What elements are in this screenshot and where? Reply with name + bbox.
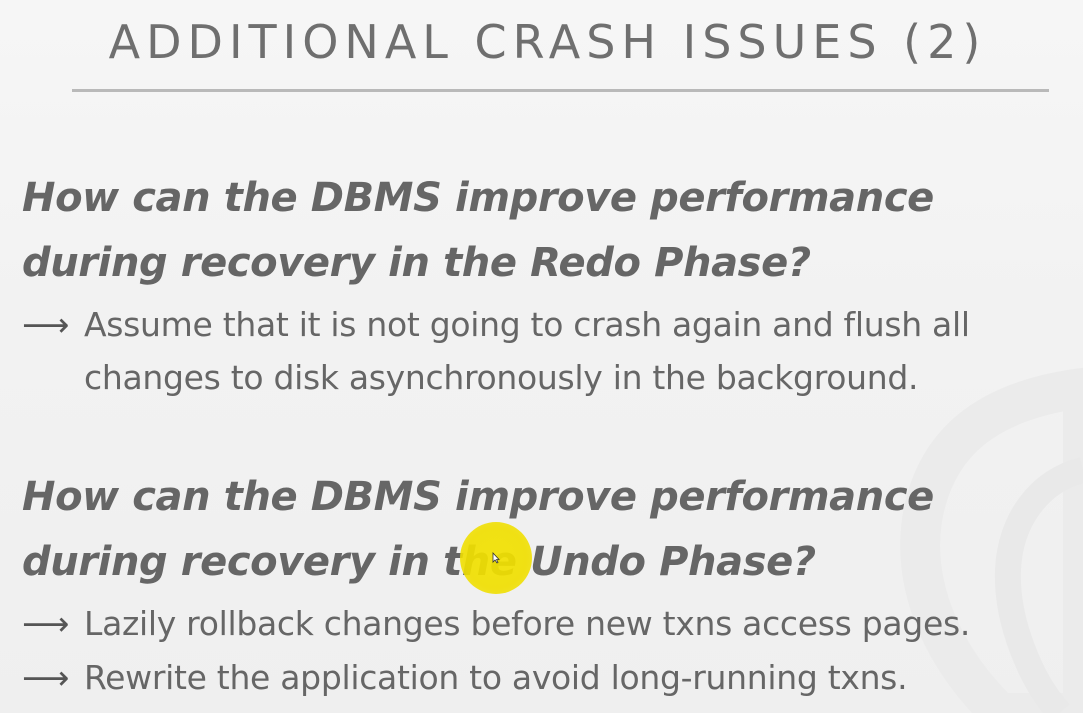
bullet-text: Rewrite the application to avoid long-ru…	[84, 658, 908, 697]
bullet-text: Assume that it is not going to crash aga…	[84, 305, 970, 397]
question-redo-phase: How can the DBMS improve performance dur…	[22, 175, 934, 286]
slide-title: ADDITIONAL CRASH ISSUES (2)	[108, 15, 987, 69]
bullet-undo-1: ⟶ Lazily rollback changes before new txn…	[22, 597, 1083, 650]
bullet-undo-2: ⟶ Rewrite the application to avoid long-…	[22, 651, 1083, 704]
mouse-cursor-icon	[492, 551, 500, 564]
bullet-text: Lazily rollback changes before new txns …	[84, 604, 971, 643]
slide: ADDITIONAL CRASH ISSUES (2) How can the …	[0, 0, 1083, 713]
arrow-icon: ⟶	[22, 604, 70, 643]
arrow-icon: ⟶	[22, 305, 70, 344]
bullet-redo-1: ⟶ Assume that it is not going to crash a…	[22, 298, 1083, 404]
title-divider	[72, 89, 1049, 92]
arrow-icon: ⟶	[22, 658, 70, 697]
question-undo-phase: How can the DBMS improve performance dur…	[22, 474, 934, 585]
